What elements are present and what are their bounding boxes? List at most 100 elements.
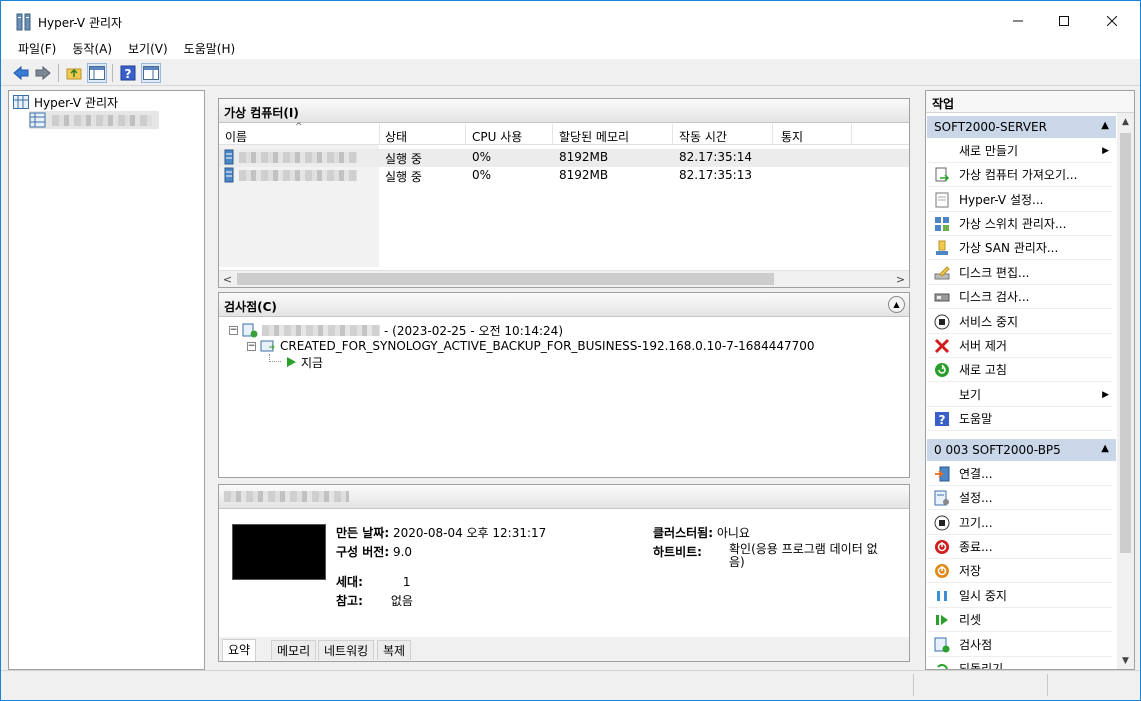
action-stop-service[interactable]: 서비스 중지	[927, 310, 1112, 334]
collapse-panel-button[interactable]: ▲	[888, 296, 905, 313]
checkpoint-now-label: 지금	[301, 355, 324, 370]
scroll-right-icon[interactable]: >	[892, 271, 909, 288]
action-pause[interactable]: 일시 중지	[927, 584, 1112, 608]
submenu-arrow-icon: ▶	[1102, 389, 1109, 400]
save-state-icon	[931, 563, 953, 579]
collapse-section-icon[interactable]: ▲	[1101, 443, 1109, 454]
action-vm-settings[interactable]: 설정...	[927, 486, 1112, 510]
hyperv-manager-icon	[13, 95, 29, 109]
tab-networking[interactable]: 네트워킹	[318, 640, 375, 660]
help-button[interactable]: ?	[118, 63, 138, 83]
action-hyperv-settings[interactable]: Hyper-V 설정...	[927, 188, 1112, 212]
show-hide-console-tree-icon	[89, 66, 105, 80]
action-inspect-disk[interactable]: 디스크 검사...	[927, 285, 1112, 309]
scroll-down-icon[interactable]: ▼	[1117, 652, 1134, 669]
menu-view[interactable]: 보기(V)	[120, 39, 176, 59]
checkpoint-now[interactable]: 지금	[269, 354, 323, 370]
action-remove-server[interactable]: 서버 제거	[927, 334, 1112, 358]
back-button[interactable]	[11, 63, 31, 83]
vm-list-horizontal-scrollbar[interactable]: < >	[219, 270, 909, 287]
col-memory[interactable]: 할당된 메모리	[559, 128, 629, 145]
clustered-label: 클러스터됨:	[653, 526, 713, 540]
server-section-label: SOFT2000-SERVER	[934, 120, 1047, 134]
checkpoint-root-date: - (2023-02-25 - 오전 10:14:24)	[384, 323, 563, 338]
vm-cpu: 0%	[472, 168, 492, 182]
folder-up-icon	[66, 68, 82, 80]
menu-file[interactable]: 파일(F)	[10, 39, 64, 59]
menu-help[interactable]: 도움말(H)	[176, 39, 244, 59]
action-reset[interactable]: 리셋	[927, 608, 1112, 632]
vm-actions-header[interactable]: 0 003 SOFT2000-BP5 ▲	[927, 439, 1116, 461]
col-name[interactable]: 이름	[225, 128, 247, 145]
tree-root-label: Hyper-V 관리자	[34, 95, 119, 110]
scroll-thumb[interactable]	[237, 273, 774, 285]
action-virtual-switch-manager[interactable]: 가상 스위치 관리자...	[927, 212, 1112, 236]
server-name-redacted	[52, 114, 152, 126]
action-checkpoint[interactable]: 검사점	[927, 633, 1112, 657]
vm-panel-header: 가상 컴퓨터(I)	[219, 99, 909, 123]
vm-row[interactable]: 실행 중 0% 8192MB 82.17:35:14	[219, 149, 909, 167]
tab-memory[interactable]: 메모리	[271, 640, 317, 660]
hyperv-app-icon	[16, 13, 31, 31]
forward-button[interactable]	[33, 63, 53, 83]
vm-uptime: 82.17:35:14	[679, 150, 752, 164]
col-state[interactable]: 상태	[385, 128, 407, 145]
action-refresh[interactable]: 새로 고침	[927, 358, 1112, 382]
action-connect[interactable]: 연결...	[927, 462, 1112, 486]
vm-icon	[224, 149, 234, 168]
checkpoints-panel: 검사점(C) ▲ − - (2023-02-25 - 오전 10:14:24) …	[218, 292, 910, 478]
action-new[interactable]: 새로 만들기 ▶	[927, 139, 1112, 163]
vm-console-thumbnail[interactable]	[232, 524, 326, 580]
action-save[interactable]: 저장	[927, 559, 1112, 583]
action-shut-down[interactable]: 종료...	[927, 535, 1112, 559]
menu-action[interactable]: 동작(A)	[64, 39, 120, 59]
action-virtual-san-manager[interactable]: 가상 SAN 관리자...	[927, 236, 1112, 260]
scroll-thumb[interactable]	[1120, 133, 1131, 553]
clustered-value: 아니요	[716, 526, 750, 540]
vm-row[interactable]: 실행 중 0% 8192MB 82.17:35:13	[219, 167, 909, 185]
checkpoint-child-label: CREATED_FOR_SYNOLOGY_ACTIVE_BACKUP_FOR_B…	[280, 339, 815, 353]
scroll-up-icon[interactable]: ▲	[1117, 113, 1134, 130]
tree-item-server[interactable]	[29, 111, 159, 129]
action-edit-disk[interactable]: 디스크 편집...	[927, 261, 1112, 285]
pause-icon	[931, 588, 953, 604]
created-value: 2020-08-04 오후 12:31:17	[392, 526, 547, 540]
collapse-tree-icon[interactable]: −	[229, 325, 238, 335]
up-one-level-button[interactable]	[64, 63, 84, 83]
notes-label: 참고:	[336, 594, 363, 608]
checkpoint-icon	[260, 340, 275, 352]
revert-icon	[931, 661, 953, 669]
col-notification[interactable]: 통지	[781, 128, 803, 145]
tab-summary[interactable]: 요약	[222, 639, 257, 661]
checkpoint-root[interactable]: − - (2023-02-25 - 오전 10:14:24)	[229, 322, 563, 338]
details-panel-header	[219, 485, 909, 509]
title-bar[interactable]: Hyper-V 관리자	[1, 1, 1140, 41]
vm-column-headers: ^ 이름 상태 CPU 사용 할당된 메모리 작동 시간 통지	[219, 122, 909, 145]
submenu-arrow-icon: ▶	[1102, 145, 1109, 156]
collapse-section-icon[interactable]: ▲	[1101, 120, 1109, 131]
help-icon: ?	[931, 411, 953, 427]
server-actions-header[interactable]: SOFT2000-SERVER ▲	[927, 116, 1116, 138]
action-view[interactable]: 보기 ▶	[927, 383, 1112, 407]
checkpoint-child[interactable]: − CREATED_FOR_SYNOLOGY_ACTIVE_BACKUP_FOR…	[247, 338, 815, 354]
action-help[interactable]: ? 도움말	[927, 407, 1112, 431]
scroll-left-icon[interactable]: <	[219, 271, 236, 288]
virtual-machines-panel: 가상 컴퓨터(I) ^ 이름 상태 CPU 사용 할당된 메모리 작동 시간 통…	[218, 98, 910, 288]
tab-replication[interactable]: 복제	[377, 640, 412, 660]
maximize-button[interactable]	[1041, 1, 1087, 41]
col-uptime[interactable]: 작동 시간	[679, 128, 727, 145]
show-hide-action-pane-button[interactable]	[141, 63, 161, 83]
action-turn-off[interactable]: 끄기...	[927, 511, 1112, 535]
action-revert[interactable]: 되돌리기...	[927, 657, 1112, 669]
collapse-tree-icon[interactable]: −	[247, 341, 256, 351]
close-button[interactable]	[1089, 1, 1135, 41]
action-import-vm[interactable]: 가상 컴퓨터 가져오기...	[927, 163, 1112, 187]
server-icon	[29, 112, 46, 128]
checkpoints-title: 검사점(C)	[224, 300, 277, 314]
actions-vertical-scrollbar[interactable]: ▲ ▼	[1117, 113, 1134, 669]
tree-item-hyperv-manager[interactable]: Hyper-V 관리자	[13, 93, 118, 111]
show-hide-console-tree-button[interactable]	[87, 63, 107, 83]
minimize-button[interactable]	[995, 1, 1041, 41]
col-cpu[interactable]: CPU 사용	[472, 128, 522, 145]
notes-value: 없음	[390, 594, 413, 608]
